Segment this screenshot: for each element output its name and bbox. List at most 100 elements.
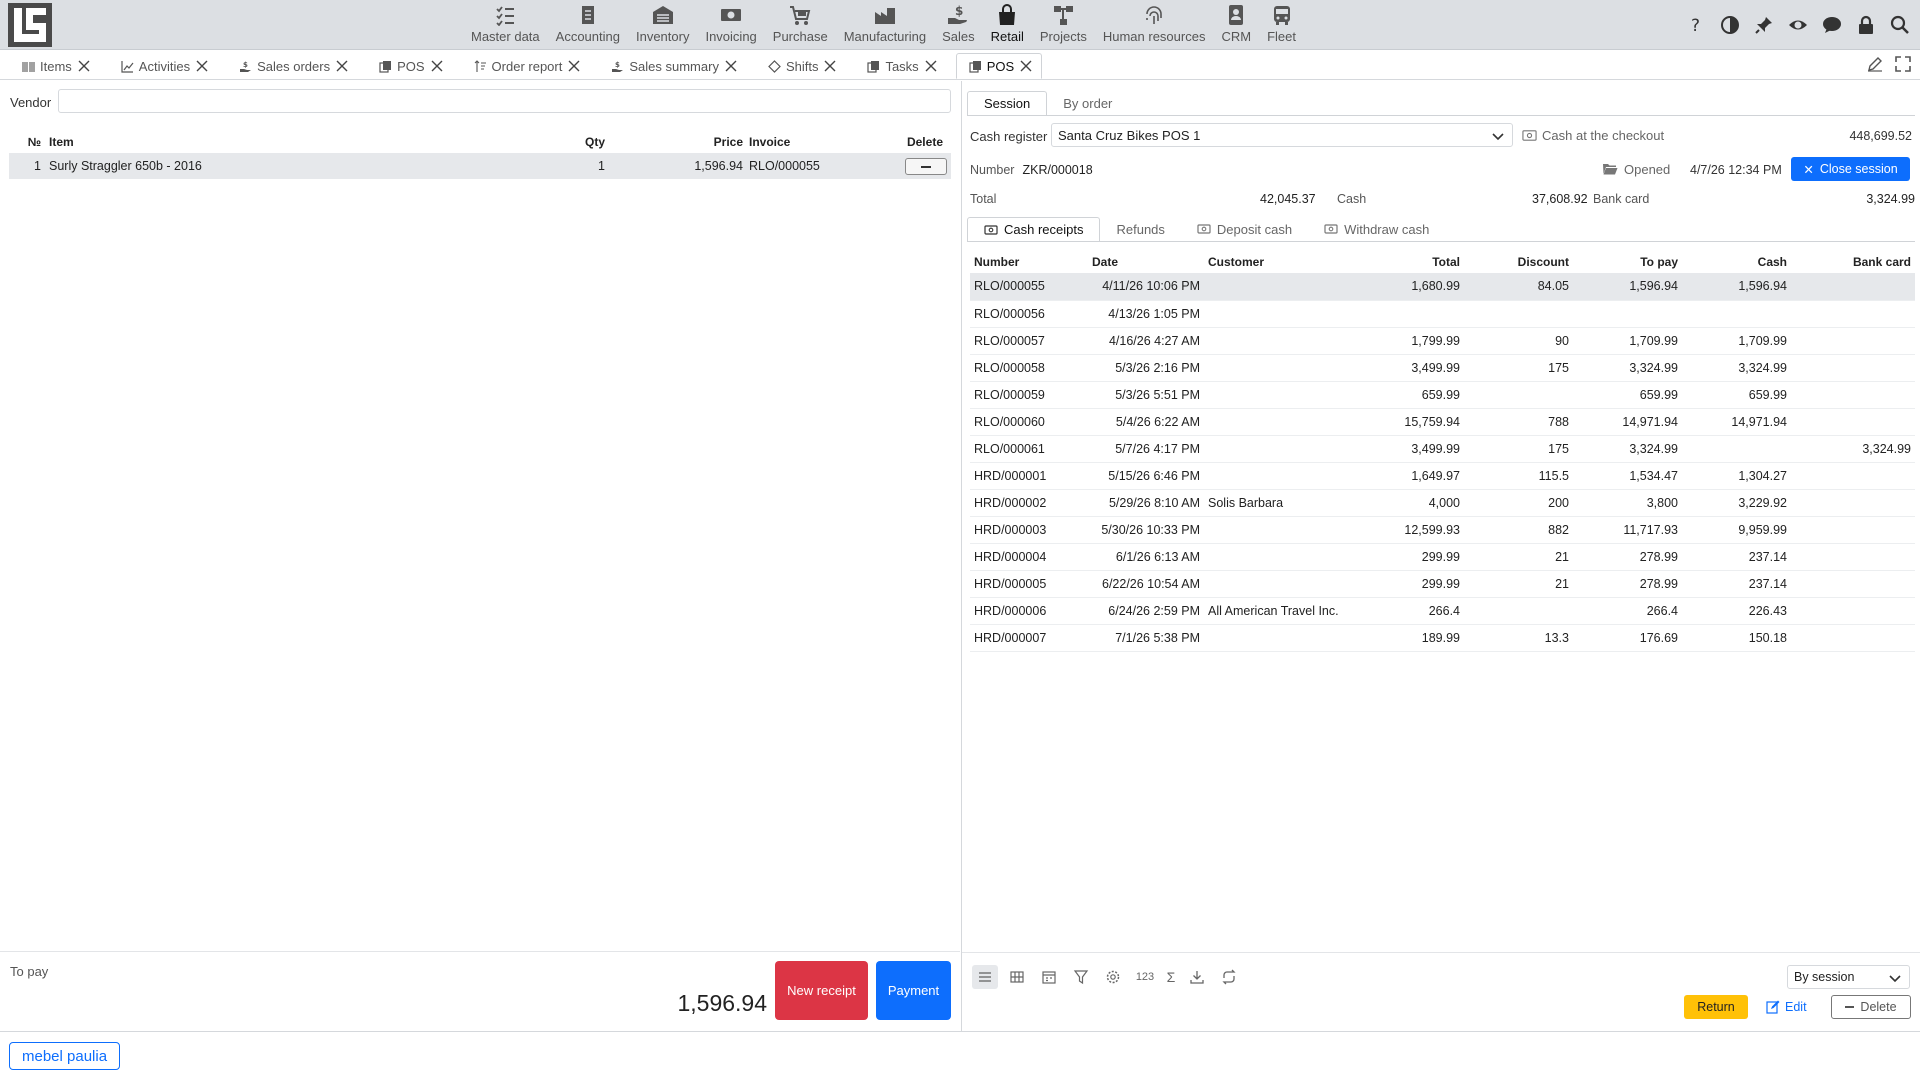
close-tab-icon[interactable] bbox=[924, 59, 938, 73]
table-toolbar: 123 Σ bbox=[972, 965, 1242, 989]
vendor-input[interactable] bbox=[58, 89, 951, 113]
tab-sales-summary[interactable]: $ Sales summary bbox=[599, 53, 746, 79]
nav-item-inventory[interactable]: Inventory bbox=[628, 0, 697, 50]
lock-icon[interactable] bbox=[1854, 13, 1878, 37]
table-row[interactable]: RLO/000059 5/3/26 5:51 PM 659.99 659.99 659.… bbox=[970, 381, 1915, 409]
close-tab-icon[interactable] bbox=[567, 59, 581, 73]
filter-icon[interactable] bbox=[1068, 965, 1094, 989]
close-tab-icon[interactable] bbox=[430, 59, 444, 73]
tab-deposit-cash[interactable]: Deposit cash bbox=[1181, 217, 1308, 241]
list-view-icon[interactable] bbox=[972, 965, 998, 989]
tab-items[interactable]: Items bbox=[10, 53, 99, 79]
cell-customer bbox=[1204, 516, 1370, 544]
tab-cash-receipts[interactable]: Cash receipts bbox=[967, 217, 1101, 241]
tab-label: Withdraw cash bbox=[1344, 221, 1430, 237]
col-to-pay: To pay bbox=[1640, 255, 1678, 269]
table-row[interactable]: RLO/000060 5/4/26 6:22 AM 15,759.94 788 14,9… bbox=[970, 408, 1915, 436]
tab-pos[interactable]: POS bbox=[367, 53, 451, 79]
help-icon[interactable]: ? bbox=[1684, 13, 1708, 37]
grid-view-icon[interactable] bbox=[1004, 965, 1030, 989]
table-row[interactable]: HRD/000007 7/1/26 5:38 PM 189.99 13.3 176.69… bbox=[970, 624, 1915, 652]
payment-button[interactable]: Payment bbox=[876, 961, 951, 1020]
cell-customer: Solis Barbara bbox=[1204, 489, 1370, 517]
close-tab-icon[interactable] bbox=[195, 59, 209, 73]
cell-number: HRD/000002 bbox=[970, 489, 1088, 517]
user-chip[interactable]: mebel paulia bbox=[9, 1042, 121, 1070]
refresh-icon[interactable] bbox=[1216, 965, 1242, 989]
tab-label: Sales orders bbox=[257, 58, 331, 74]
nav-item-accounting[interactable]: Accounting bbox=[548, 0, 628, 50]
table-row[interactable]: HRD/000003 5/30/26 10:33 PM 12,599.93 882 11… bbox=[970, 516, 1915, 544]
chat-icon[interactable] bbox=[1820, 13, 1844, 37]
nav-item-invoicing[interactable]: Invoicing bbox=[697, 0, 764, 50]
nav-item-projects[interactable]: Projects bbox=[1032, 0, 1095, 50]
table-row[interactable]: RLO/000058 5/3/26 2:16 PM 3,499.99 175 3,324… bbox=[970, 354, 1915, 382]
pencil-icon[interactable] bbox=[1866, 55, 1884, 73]
tab-pos[interactable]: POS bbox=[955, 53, 1043, 79]
nav-item-retail[interactable]: Retail bbox=[983, 0, 1032, 50]
table-row[interactable]: HRD/000002 5/29/26 8:10 AM Solis Barbara 4,… bbox=[970, 489, 1915, 517]
cell-total: 3,499.99 bbox=[1370, 435, 1464, 463]
tab-refunds[interactable]: Refunds bbox=[1100, 217, 1180, 241]
table-row[interactable]: HRD/000005 6/22/26 10:54 AM 299.99 21 278.99… bbox=[970, 570, 1915, 598]
nav-item-manufacturing[interactable]: Manufacturing bbox=[836, 0, 934, 50]
table-row[interactable]: HRD/000001 5/15/26 6:46 PM 1,649.97 115.5 1,… bbox=[970, 462, 1915, 490]
nav-item-human-resources[interactable]: Human resources bbox=[1095, 0, 1214, 50]
table-row[interactable]: RLO/000056 4/13/26 1:05 PM bbox=[970, 300, 1915, 328]
cell-topay: 3,324.99 bbox=[1573, 354, 1682, 382]
cell-qty[interactable]: 1 bbox=[549, 153, 613, 179]
tab-tasks[interactable]: Tasks bbox=[855, 53, 945, 79]
close-tab-icon[interactable] bbox=[77, 59, 91, 73]
tab-withdraw-cash[interactable]: Withdraw cash bbox=[1308, 217, 1445, 241]
tab-sales-orders[interactable]: $ Sales orders bbox=[227, 53, 357, 79]
grouping-select[interactable]: By session bbox=[1787, 965, 1910, 989]
cell-topay: 176.69 bbox=[1573, 624, 1682, 652]
download-icon[interactable] bbox=[1184, 965, 1210, 989]
close-tab-icon[interactable] bbox=[335, 59, 349, 73]
pin-icon[interactable] bbox=[1752, 13, 1776, 37]
tab-by-order[interactable]: By order bbox=[1047, 91, 1128, 115]
nav-item-sales[interactable]: $ Sales bbox=[934, 0, 983, 50]
table-row[interactable]: RLO/000055 4/11/26 10:06 PM 1,680.99 84.05 1… bbox=[970, 273, 1915, 301]
nav-item-crm[interactable]: CRM bbox=[1213, 0, 1259, 50]
cell-number: HRD/000001 bbox=[970, 462, 1088, 490]
fullscreen-icon[interactable] bbox=[1894, 55, 1912, 73]
tab-activities[interactable]: Activities bbox=[109, 53, 217, 79]
table-row[interactable]: 1 Surly Straggler 650b - 2016 1 1,596.94 RLO… bbox=[9, 153, 951, 179]
delete-row-button[interactable] bbox=[905, 158, 947, 176]
cell-total: 659.99 bbox=[1370, 381, 1464, 409]
bank-card-label: Bank card bbox=[1593, 192, 1650, 206]
tab-shifts[interactable]: Shifts bbox=[756, 53, 846, 79]
table-row[interactable]: RLO/000057 4/16/26 4:27 AM 1,799.99 90 1,709… bbox=[970, 327, 1915, 355]
nav-item-purchase[interactable]: Purchase bbox=[765, 0, 836, 50]
nav-item-fleet[interactable]: Fleet bbox=[1259, 0, 1304, 50]
cell-customer: All American Travel Inc. bbox=[1204, 597, 1370, 625]
table-row[interactable]: HRD/000006 6/24/26 2:59 PM All American Tr… bbox=[970, 597, 1915, 625]
settings-icon[interactable] bbox=[1100, 965, 1126, 989]
document-tabbar: Items Activities $ Sales orders POS Order rep… bbox=[0, 50, 1920, 80]
search-icon[interactable] bbox=[1888, 13, 1912, 37]
calendar-view-icon[interactable] bbox=[1036, 965, 1062, 989]
return-button[interactable]: Return bbox=[1684, 995, 1748, 1019]
theme-toggle-icon[interactable] bbox=[1718, 13, 1742, 37]
delete-button[interactable]: Delete bbox=[1831, 995, 1911, 1019]
close-tab-icon[interactable] bbox=[724, 59, 738, 73]
close-session-button[interactable]: ✕ Close session bbox=[1791, 157, 1910, 181]
edit-button[interactable]: Edit bbox=[1766, 995, 1807, 1019]
eye-icon[interactable] bbox=[1786, 13, 1810, 37]
app-logo-icon[interactable] bbox=[8, 3, 52, 47]
nav-item-master-data[interactable]: Master data bbox=[463, 0, 548, 50]
new-receipt-button[interactable]: New receipt bbox=[775, 961, 868, 1020]
cell-topay bbox=[1573, 300, 1682, 328]
tab-label: Cash receipts bbox=[1004, 222, 1084, 237]
tab-order-report[interactable]: Order report bbox=[462, 53, 590, 79]
close-tab-icon[interactable] bbox=[823, 59, 837, 73]
table-row[interactable]: HRD/000004 6/1/26 6:13 AM 299.99 21 278.99 23… bbox=[970, 543, 1915, 571]
cell-customer bbox=[1204, 327, 1370, 355]
close-tab-icon[interactable] bbox=[1019, 59, 1033, 73]
cash-register-select[interactable]: Santa Cruz Bikes POS 1 bbox=[1051, 123, 1513, 147]
number-format-button[interactable]: 123 bbox=[1132, 965, 1158, 989]
sum-icon[interactable]: Σ bbox=[1164, 965, 1178, 989]
tab-session[interactable]: Session bbox=[967, 91, 1048, 115]
table-row[interactable]: RLO/000061 5/7/26 4:17 PM 3,499.99 175 3,324… bbox=[970, 435, 1915, 463]
